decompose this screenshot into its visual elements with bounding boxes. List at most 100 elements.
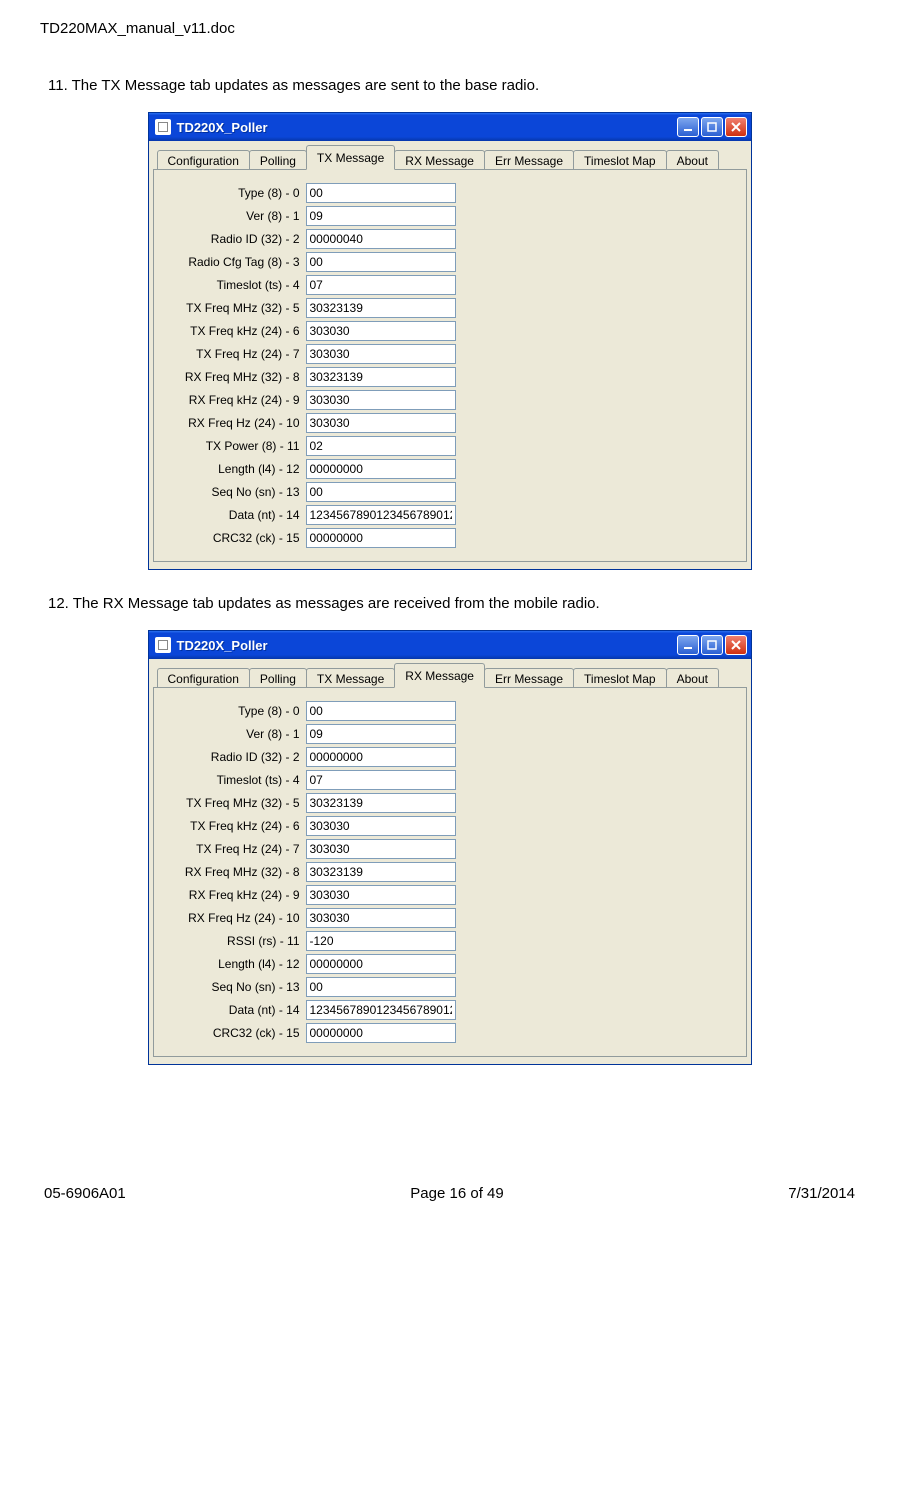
field-label: CRC32 (ck) - 15: [160, 1026, 306, 1040]
titlebar[interactable]: TD220X_Poller: [149, 113, 751, 141]
field-input[interactable]: [306, 206, 456, 226]
app-icon: [155, 119, 171, 135]
tab-about[interactable]: About: [666, 150, 719, 171]
footer-left: 05-6906A01: [44, 1185, 126, 1202]
field-label: RX Freq MHz (32) - 8: [160, 865, 306, 879]
field-input[interactable]: [306, 701, 456, 721]
field-input[interactable]: [306, 839, 456, 859]
field-label: Radio Cfg Tag (8) - 3: [160, 255, 306, 269]
field-input[interactable]: [306, 724, 456, 744]
field-input[interactable]: [306, 436, 456, 456]
field-input[interactable]: [306, 298, 456, 318]
tab-polling[interactable]: Polling: [249, 668, 307, 689]
field-input[interactable]: [306, 505, 456, 525]
field-label: Ver (8) - 1: [160, 727, 306, 741]
field-label: Timeslot (ts) - 4: [160, 773, 306, 787]
field-input[interactable]: [306, 275, 456, 295]
field-label: RX Freq kHz (24) - 9: [160, 888, 306, 902]
field-input[interactable]: [306, 344, 456, 364]
maximize-button[interactable]: [701, 635, 723, 655]
form-row: TX Power (8) - 11: [160, 436, 734, 456]
field-input[interactable]: [306, 1023, 456, 1043]
field-input[interactable]: [306, 977, 456, 997]
form-row: RX Freq Hz (24) - 10: [160, 413, 734, 433]
form-row: Timeslot (ts) - 4: [160, 770, 734, 790]
form-row: TX Freq Hz (24) - 7: [160, 839, 734, 859]
field-input[interactable]: [306, 954, 456, 974]
field-label: TX Freq kHz (24) - 6: [160, 324, 306, 338]
tab-configuration[interactable]: Configuration: [157, 668, 250, 689]
field-label: TX Freq MHz (32) - 5: [160, 796, 306, 810]
tab-strip: Configuration Polling TX Message RX Mess…: [151, 663, 749, 688]
tab-about[interactable]: About: [666, 668, 719, 689]
field-input[interactable]: [306, 229, 456, 249]
form-row: RX Freq MHz (32) - 8: [160, 367, 734, 387]
field-input[interactable]: [306, 252, 456, 272]
field-input[interactable]: [306, 816, 456, 836]
form-row: Radio Cfg Tag (8) - 3: [160, 252, 734, 272]
form-row: RX Freq kHz (24) - 9: [160, 390, 734, 410]
field-input[interactable]: [306, 908, 456, 928]
rx-message-panel: Type (8) - 0Ver (8) - 1Radio ID (32) - 2…: [153, 687, 747, 1057]
field-input[interactable]: [306, 528, 456, 548]
tab-rx-message[interactable]: RX Message: [394, 150, 485, 171]
tab-timeslot-map[interactable]: Timeslot Map: [573, 668, 667, 689]
form-row: TX Freq MHz (32) - 5: [160, 793, 734, 813]
window-tx-message: TD220X_Poller Configuration Polling TX M…: [148, 112, 752, 570]
field-label: CRC32 (ck) - 15: [160, 531, 306, 545]
form-row: Radio ID (32) - 2: [160, 747, 734, 767]
field-input[interactable]: [306, 931, 456, 951]
titlebar[interactable]: TD220X_Poller: [149, 631, 751, 659]
field-label: Length (l4) - 12: [160, 957, 306, 971]
tab-tx-message[interactable]: TX Message: [306, 668, 395, 689]
tab-timeslot-map[interactable]: Timeslot Map: [573, 150, 667, 171]
tab-configuration[interactable]: Configuration: [157, 150, 250, 171]
step-12-text: 12. The RX Message tab updates as messag…: [40, 595, 859, 612]
field-input[interactable]: [306, 459, 456, 479]
field-input[interactable]: [306, 321, 456, 341]
field-label: TX Freq MHz (32) - 5: [160, 301, 306, 315]
field-label: Radio ID (32) - 2: [160, 750, 306, 764]
field-input[interactable]: [306, 413, 456, 433]
form-row: CRC32 (ck) - 15: [160, 528, 734, 548]
field-input[interactable]: [306, 793, 456, 813]
field-input[interactable]: [306, 367, 456, 387]
document-footer: 05-6906A01 Page 16 of 49 7/31/2014: [40, 1185, 859, 1202]
tab-polling[interactable]: Polling: [249, 150, 307, 171]
form-row: TX Freq kHz (24) - 6: [160, 321, 734, 341]
field-input[interactable]: [306, 862, 456, 882]
window-title: TD220X_Poller: [177, 638, 268, 653]
tab-err-message[interactable]: Err Message: [484, 668, 574, 689]
field-label: RX Freq MHz (32) - 8: [160, 370, 306, 384]
field-input[interactable]: [306, 183, 456, 203]
field-input[interactable]: [306, 770, 456, 790]
close-button[interactable]: [725, 117, 747, 137]
form-row: RX Freq MHz (32) - 8: [160, 862, 734, 882]
field-input[interactable]: [306, 482, 456, 502]
field-input[interactable]: [306, 747, 456, 767]
field-input[interactable]: [306, 1000, 456, 1020]
minimize-button[interactable]: [677, 117, 699, 137]
field-label: Data (nt) - 14: [160, 508, 306, 522]
field-input[interactable]: [306, 390, 456, 410]
tab-tx-message[interactable]: TX Message: [306, 145, 395, 170]
tab-rx-message[interactable]: RX Message: [394, 663, 485, 688]
field-label: Radio ID (32) - 2: [160, 232, 306, 246]
field-input[interactable]: [306, 885, 456, 905]
tab-err-message[interactable]: Err Message: [484, 150, 574, 171]
form-row: Radio ID (32) - 2: [160, 229, 734, 249]
field-label: Length (l4) - 12: [160, 462, 306, 476]
form-row: Timeslot (ts) - 4: [160, 275, 734, 295]
form-row: CRC32 (ck) - 15: [160, 1023, 734, 1043]
document-filename: TD220MAX_manual_v11.doc: [40, 20, 859, 37]
tx-message-panel: Type (8) - 0Ver (8) - 1Radio ID (32) - 2…: [153, 169, 747, 562]
close-button[interactable]: [725, 635, 747, 655]
field-label: Type (8) - 0: [160, 186, 306, 200]
form-row: Length (l4) - 12: [160, 954, 734, 974]
field-label: TX Freq Hz (24) - 7: [160, 347, 306, 361]
maximize-button[interactable]: [701, 117, 723, 137]
step-11-text: 11. The TX Message tab updates as messag…: [40, 77, 859, 94]
field-label: RX Freq kHz (24) - 9: [160, 393, 306, 407]
minimize-button[interactable]: [677, 635, 699, 655]
form-row: Type (8) - 0: [160, 183, 734, 203]
